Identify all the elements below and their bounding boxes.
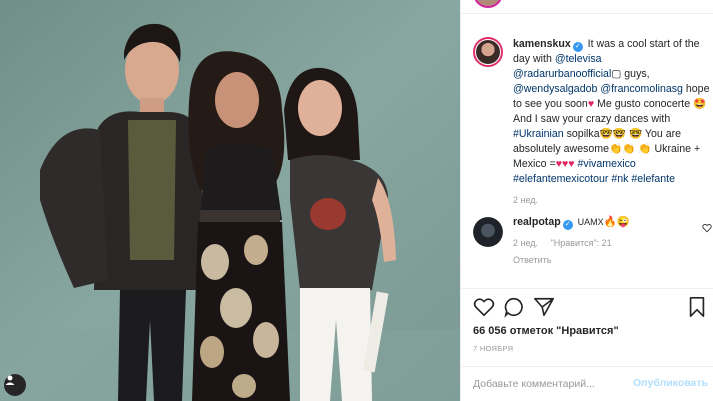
reply-body: realpotap ✓ UAMX🔥😜 2 нед. "Нравится": 21 … — [513, 215, 711, 268]
add-comment-bar: Опубликовать — [461, 366, 713, 401]
caption-time[interactable]: 2 нед. — [513, 195, 538, 205]
caption-guys: guys, — [624, 68, 650, 80]
reply-button[interactable]: Ответить — [513, 253, 711, 268]
fire-emoji-icon: 🔥😜 — [603, 216, 631, 228]
bookmark-icon[interactable] — [686, 296, 708, 318]
like-heart-icon[interactable] — [473, 296, 495, 318]
avatar[interactable] — [473, 217, 503, 247]
share-icon[interactable] — [533, 296, 555, 318]
mention-wendysalgadob[interactable]: @wendysalgadob — [513, 83, 597, 95]
post-actions — [473, 296, 708, 320]
reply-meta: 2 нед. "Нравится": 21 — [513, 236, 711, 251]
square-glyph-icon: ▢ — [611, 68, 622, 80]
caption-sopilka: sopilka — [566, 128, 600, 140]
nerd-emoji-icon: 🤓🤓 — [599, 128, 626, 140]
divider — [461, 288, 713, 289]
person-tag-icon[interactable] — [4, 374, 26, 396]
comment-like-heart-icon[interactable] — [702, 223, 712, 233]
caption-meta: 2 нед. — [513, 193, 711, 208]
mention-radarurbano[interactable]: @radarurbanoofficial — [513, 68, 611, 80]
hashtag-ukrainian[interactable]: #Ukrainian — [513, 128, 564, 140]
post-comment-button[interactable]: Опубликовать — [633, 377, 708, 389]
mention-televisa[interactable]: @televisa — [555, 53, 602, 65]
photo-illustration — [0, 0, 460, 401]
reply-time[interactable]: 2 нед. — [513, 238, 538, 248]
post-date[interactable]: 7 ноября — [473, 344, 513, 353]
clap-emoji-icon: 👏👏 — [609, 143, 636, 155]
hearts-icon: ♥♥♥ — [555, 158, 575, 170]
person-center — [188, 51, 290, 401]
verified-icon: ✓ — [572, 42, 583, 52]
instagram-post: kamenskux ✓ It was a cool start of the da… — [0, 0, 713, 401]
post-side-panel: kamenskux ✓ It was a cool start of the da… — [460, 0, 713, 401]
reply-username[interactable]: realpotap — [513, 216, 561, 228]
likes-count[interactable]: 66 056 отметок "Нравится" — [473, 325, 619, 337]
avatar[interactable] — [473, 37, 503, 67]
starry-eyes-emoji-icon: 🤩 — [693, 98, 707, 110]
caption-crazy-dances: And I saw your crazy dances with — [513, 113, 671, 125]
caption-text: kamenskux ✓ It was a cool start of the da… — [513, 37, 711, 208]
clap-emoji-icon-2: 👏 — [638, 143, 652, 155]
reply-likes[interactable]: "Нравится": 21 — [551, 238, 612, 248]
caption-me-gusto: Me gusto conocerte — [597, 98, 691, 110]
post-photo[interactable] — [0, 0, 460, 401]
nerd-emoji-icon-2: 🤓 — [628, 128, 643, 140]
comment-icon[interactable] — [503, 296, 525, 318]
comment-input[interactable] — [473, 376, 623, 392]
mention-francomolinasg[interactable]: @francomolinasg — [600, 83, 683, 95]
reply-text: UAMX — [577, 217, 604, 227]
red-heart-icon: ♥ — [587, 98, 595, 110]
caption-username[interactable]: kamenskux — [513, 38, 571, 50]
verified-icon: ✓ — [562, 220, 573, 230]
